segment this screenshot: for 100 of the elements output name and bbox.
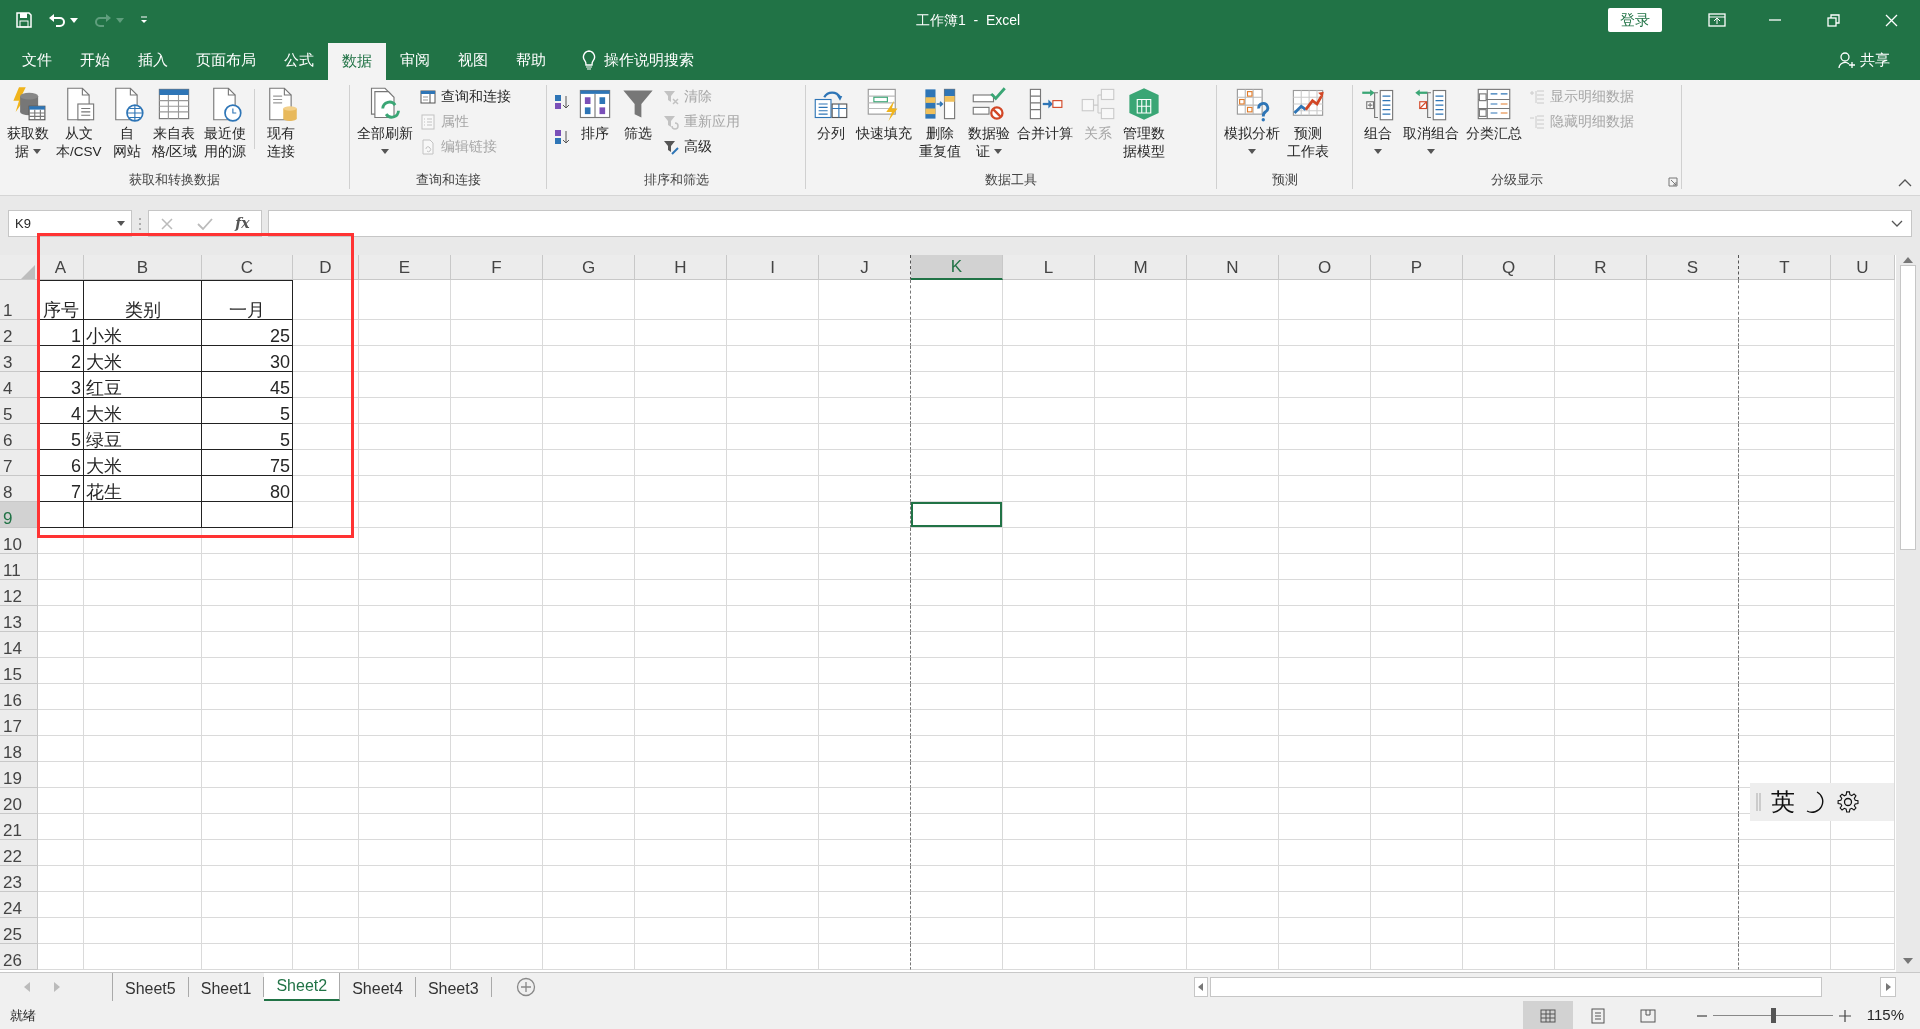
column-header[interactable]: H — [635, 255, 727, 280]
cancel-button[interactable] — [160, 216, 175, 231]
input-mode-button[interactable]: 英 — [1771, 784, 1795, 820]
save-button[interactable] — [16, 12, 32, 28]
ribbon-button[interactable]: 全部刷新 — [354, 85, 416, 161]
insert-function-button[interactable]: fx — [235, 213, 250, 234]
ribbon-button[interactable]: 现有 连接 — [260, 85, 303, 162]
menu-tab[interactable]: 数据 — [328, 43, 386, 80]
sheet-tab[interactable]: Sheet3 — [415, 977, 492, 997]
column-header[interactable]: L — [1003, 255, 1095, 280]
row-header[interactable]: 10 — [0, 528, 38, 554]
row-header[interactable]: 21 — [0, 814, 38, 840]
menu-tab[interactable]: 公式 — [270, 40, 328, 80]
column-header[interactable]: F — [451, 255, 543, 280]
column-header[interactable]: K — [911, 255, 1003, 280]
sheet-tab[interactable]: Sheet5 — [113, 977, 189, 997]
formula-input[interactable] — [268, 210, 1912, 237]
row-header[interactable]: 19 — [0, 762, 38, 788]
row-header[interactable]: 11 — [0, 554, 38, 580]
menu-tab[interactable]: 帮助 — [502, 40, 560, 80]
tell-me-search[interactable]: 操作说明搜索 — [568, 40, 708, 80]
row-header[interactable]: 22 — [0, 840, 38, 866]
ribbon-button[interactable]: 管理数 据模型 — [1120, 85, 1168, 162]
row-header[interactable]: 4 — [0, 372, 38, 398]
menu-tab[interactable]: 审阅 — [386, 40, 444, 80]
ribbon-button[interactable]: 查询和连接 — [417, 85, 514, 109]
scroll-left-icon[interactable] — [1194, 977, 1208, 997]
ribbon-button[interactable]: 模拟分析 — [1221, 85, 1283, 161]
menu-tab[interactable]: 视图 — [444, 40, 502, 80]
name-box[interactable]: K9 — [8, 210, 132, 237]
ribbon-button[interactable]: 最近使 用的源 — [201, 85, 250, 162]
column-header[interactable]: S — [1647, 255, 1739, 280]
column-header[interactable]: B — [84, 255, 202, 280]
enter-button[interactable] — [196, 216, 213, 231]
menu-tab[interactable]: 页面布局 — [182, 40, 270, 80]
active-cell[interactable] — [911, 502, 1003, 528]
row-header[interactable]: 5 — [0, 398, 38, 424]
row-header[interactable]: 18 — [0, 736, 38, 762]
column-header[interactable]: Q — [1463, 255, 1555, 280]
ribbon-button[interactable]: 数据验 证 — [965, 85, 1013, 162]
row-header[interactable]: 20 — [0, 788, 38, 814]
row-header[interactable]: 7 — [0, 450, 38, 476]
collapse-ribbon-button[interactable] — [1898, 179, 1912, 187]
menu-tab[interactable]: 文件 — [8, 40, 66, 80]
ribbon-button[interactable]: 来自表 格/区域 — [148, 85, 201, 162]
customize-toolbar-button[interactable] — [140, 16, 148, 24]
dialog-launcher-button[interactable] — [1668, 177, 1678, 187]
ribbon-button[interactable]: 排序 — [574, 85, 616, 144]
ribbon-button[interactable]: 预测 工作表 — [1284, 85, 1332, 162]
row-header[interactable]: 3 — [0, 346, 38, 372]
vertical-scrollbar[interactable] — [1896, 255, 1920, 972]
settings-button[interactable] — [1837, 791, 1859, 813]
scroll-right-icon[interactable] — [1880, 977, 1896, 997]
ribbon-button[interactable]: 高级 — [660, 135, 743, 159]
row-header[interactable]: 25 — [0, 918, 38, 944]
scroll-thumb[interactable] — [1900, 265, 1916, 550]
row-header[interactable]: 1 — [0, 280, 38, 320]
drag-handle-icon[interactable] — [1756, 793, 1761, 811]
row-header[interactable]: 16 — [0, 684, 38, 710]
ribbon-button[interactable]: 筛选 — [617, 85, 659, 144]
scroll-down-icon[interactable] — [1903, 958, 1913, 964]
slider-thumb[interactable] — [1770, 1008, 1776, 1023]
ribbon-button[interactable]: 快速填充 — [853, 85, 915, 144]
column-header[interactable]: I — [727, 255, 819, 280]
row-header[interactable]: 13 — [0, 606, 38, 632]
row-header[interactable]: 12 — [0, 580, 38, 606]
column-header[interactable]: C — [202, 255, 293, 280]
column-header[interactable]: T — [1739, 255, 1831, 280]
ribbon-button[interactable]: 删除 重复值 — [916, 85, 964, 162]
column-header[interactable]: D — [293, 255, 359, 280]
column-header[interactable]: A — [38, 255, 84, 280]
row-header[interactable]: 14 — [0, 632, 38, 658]
row-header[interactable]: 24 — [0, 892, 38, 918]
ribbon-button[interactable]: 取消组合 — [1400, 85, 1462, 161]
row-header[interactable]: 15 — [0, 658, 38, 684]
view-button[interactable] — [1522, 1001, 1573, 1029]
menu-tab[interactable]: 开始 — [66, 40, 124, 80]
column-header[interactable]: G — [543, 255, 635, 280]
select-all-button[interactable] — [0, 255, 38, 280]
column-header[interactable]: R — [1555, 255, 1647, 280]
share-button[interactable]: 共享 — [1824, 40, 1904, 80]
row-header[interactable]: 17 — [0, 710, 38, 736]
ribbon-button[interactable]: 获取数 据 — [4, 85, 52, 162]
row-header[interactable]: 26 — [0, 944, 38, 970]
row-header[interactable]: 23 — [0, 866, 38, 892]
column-header[interactable]: M — [1095, 255, 1187, 280]
ribbon-button[interactable]: 合并计算 — [1014, 85, 1076, 144]
sign-in-button[interactable]: 登录 — [1608, 7, 1662, 33]
ribbon-button[interactable]: 自 网站 — [105, 85, 148, 162]
undo-button[interactable] — [48, 13, 78, 27]
column-header[interactable]: P — [1371, 255, 1463, 280]
zoom-in-button[interactable] — [1838, 1009, 1851, 1022]
column-header[interactable]: N — [1187, 255, 1279, 280]
ribbon-button[interactable]: 组合 — [1357, 85, 1399, 161]
row-header[interactable]: 6 — [0, 424, 38, 450]
column-header[interactable]: E — [359, 255, 451, 280]
sheet-tab[interactable]: Sheet4 — [340, 977, 416, 997]
row-header[interactable]: 8 — [0, 476, 38, 502]
menu-tab[interactable]: 插入 — [124, 40, 182, 80]
scroll-up-icon[interactable] — [1903, 257, 1913, 263]
